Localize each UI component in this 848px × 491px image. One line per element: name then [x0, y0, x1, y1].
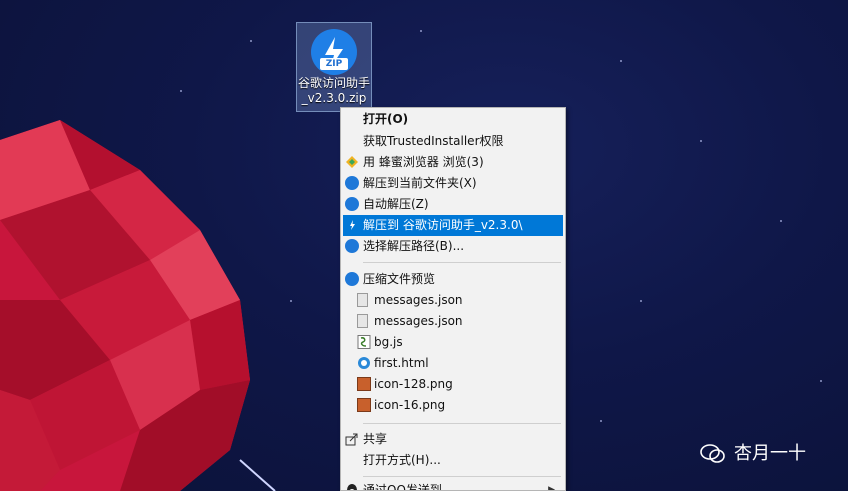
star	[620, 60, 622, 62]
menu-item-label: icon-16.png	[374, 398, 446, 412]
image-file-icon	[357, 377, 371, 391]
menu-item-preview-file[interactable]: first.html	[343, 353, 563, 374]
context-menu: 打开(O) 获取TrustedInstaller权限 用 蜂蜜浏览器 浏览(3)…	[340, 107, 566, 491]
honey-browser-icon	[345, 155, 359, 169]
menu-item-label: 打开(O)	[363, 112, 409, 126]
menu-item-choose-extract-path[interactable]: 选择解压路径(B)...	[343, 236, 563, 257]
bandizip-icon	[345, 272, 359, 286]
menu-item-preview-file[interactable]: messages.json	[343, 311, 563, 332]
bandizip-icon	[345, 218, 359, 232]
menu-item-open-with-browser[interactable]: 用 蜂蜜浏览器 浏览(3)	[343, 152, 563, 173]
menu-item-label: 解压到 谷歌访问助手_v2.3.0\	[363, 218, 523, 232]
submenu-arrow-icon: ▶	[548, 485, 555, 491]
menu-item-label: 获取TrustedInstaller权限	[363, 134, 504, 148]
menu-separator	[363, 423, 561, 424]
menu-item-extract-here[interactable]: 解压到当前文件夹(X)	[343, 173, 563, 194]
menu-item-send-via-qq[interactable]: 通过QQ发送到 ▶	[343, 480, 563, 491]
menu-separator	[363, 476, 561, 477]
menu-item-label: 压缩文件预览	[363, 272, 436, 286]
watermark-text: 杏月一十	[734, 443, 806, 464]
star	[700, 140, 702, 142]
file-icon	[357, 314, 368, 328]
menu-item-extract-to-folder[interactable]: 解压到 谷歌访问助手_v2.3.0\	[343, 215, 563, 236]
file-name-line1: 谷歌访问助手	[297, 76, 370, 90]
share-icon	[345, 432, 359, 446]
menu-item-get-trustedinstaller[interactable]: 获取TrustedInstaller权限	[343, 131, 563, 152]
image-file-icon	[357, 398, 371, 412]
watermark: 杏月一十	[700, 440, 806, 468]
menu-item-label: first.html	[374, 356, 429, 370]
star	[600, 420, 602, 422]
html-file-icon	[357, 356, 371, 370]
star	[640, 300, 642, 302]
file-name-line2: _v2.3.0.zip	[301, 91, 367, 105]
menu-item-label: 通过QQ发送到	[363, 483, 442, 491]
menu-item-label: bg.js	[374, 335, 403, 349]
menu-item-label: messages.json	[374, 293, 463, 307]
star	[780, 220, 782, 222]
menu-item-open-with[interactable]: 打开方式(H)...	[343, 450, 563, 471]
menu-item-preview-file[interactable]: bg.js	[343, 332, 563, 353]
menu-item-share[interactable]: 共享	[343, 429, 563, 450]
wallpaper-planet-graphic	[0, 120, 276, 491]
zip-file-desktop-icon[interactable]: ZIP 谷歌访问助手 _v2.3.0.zip	[296, 22, 372, 112]
menu-item-archive-preview[interactable]: 压缩文件预览	[343, 269, 563, 290]
star	[820, 380, 822, 382]
qq-icon	[345, 483, 359, 490]
bandizip-icon	[345, 239, 359, 253]
bandizip-icon	[345, 176, 359, 190]
menu-item-preview-file[interactable]: icon-16.png	[343, 395, 563, 416]
menu-item-label: messages.json	[374, 314, 463, 328]
star	[420, 30, 422, 32]
menu-item-label: 打开方式(H)...	[363, 453, 441, 467]
menu-item-label: icon-128.png	[374, 377, 453, 391]
menu-item-label: 选择解压路径(B)...	[363, 239, 465, 253]
menu-item-auto-extract[interactable]: 自动解压(Z)	[343, 194, 563, 215]
menu-item-open[interactable]: 打开(O)	[343, 109, 563, 130]
menu-item-label: 用 蜂蜜浏览器 浏览(3)	[363, 155, 484, 169]
menu-item-preview-file[interactable]: icon-128.png	[343, 374, 563, 395]
menu-item-preview-file[interactable]: messages.json	[343, 290, 563, 311]
js-file-icon	[357, 335, 371, 349]
menu-item-label: 解压到当前文件夹(X)	[363, 176, 477, 190]
menu-separator	[363, 262, 561, 263]
wechat-logo-icon	[700, 444, 726, 464]
bandizip-icon	[345, 197, 359, 211]
menu-item-label: 自动解压(Z)	[363, 197, 429, 211]
file-icon	[357, 293, 368, 307]
zip-archive-icon: ZIP	[311, 29, 357, 75]
zip-badge: ZIP	[320, 58, 348, 70]
menu-item-label: 共享	[363, 432, 388, 446]
